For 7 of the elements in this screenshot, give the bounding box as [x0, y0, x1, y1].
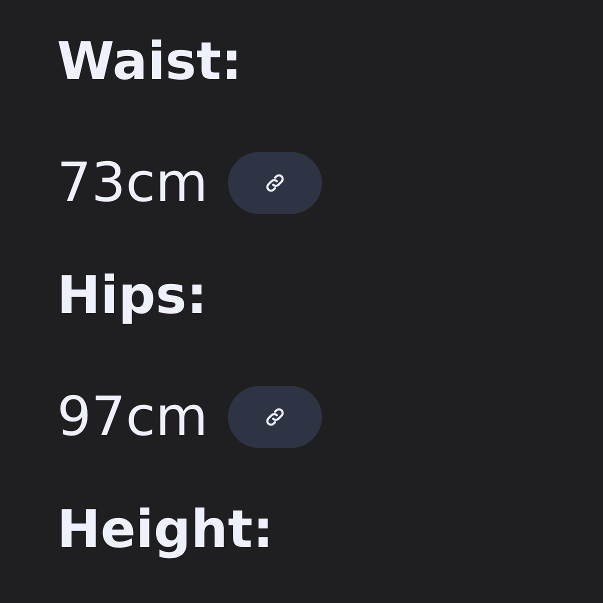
- link-icon: [264, 406, 286, 428]
- link-icon: [264, 172, 286, 194]
- measurement-label: Waist:: [57, 31, 242, 94]
- measurement-value: 73cm: [57, 152, 208, 214]
- measurement-label: Hips:: [57, 265, 208, 328]
- measurement-value: 97cm: [57, 386, 208, 448]
- measurement-label: Height:: [57, 499, 274, 562]
